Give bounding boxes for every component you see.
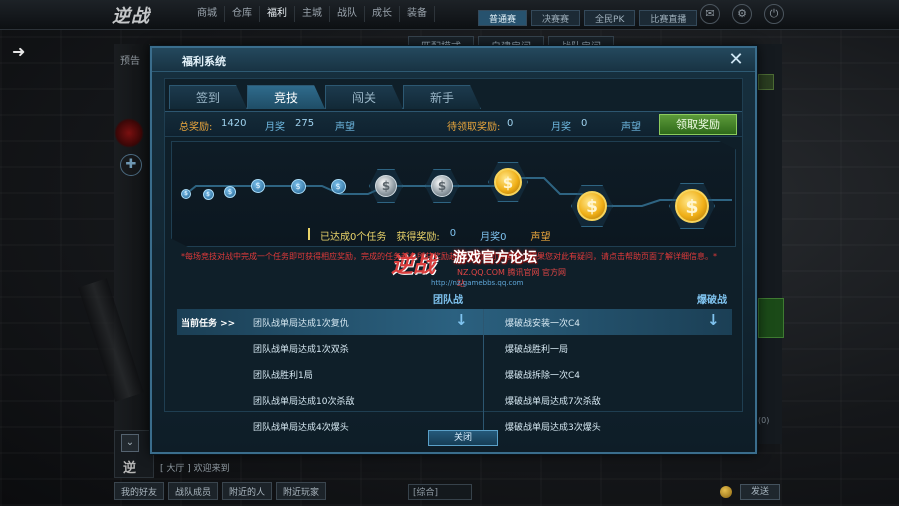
mode-tabs: 普通赛 决赛赛 全民PK 比赛直播 (478, 10, 698, 26)
nav-shop[interactable]: 商城 (190, 6, 225, 22)
summary-divider (308, 228, 310, 240)
watermark-url: http://nz.gamebbs.qq.com (431, 279, 524, 287)
lobby-message: [ 大厅 ] 欢迎来到 (160, 464, 230, 474)
bomb-task-5: 爆破战单局达成3次爆头 (505, 423, 601, 433)
gold-coin-icon: $ (675, 189, 709, 223)
small-coin-icon: $ (224, 186, 236, 198)
tab-signin[interactable]: 签到 (169, 85, 247, 109)
total-reward-value: 1420 (221, 118, 247, 129)
task-row: 团队战单局达成1次双杀 爆破战胜利一局 (177, 335, 732, 361)
mode-tab-final[interactable]: 决赛赛 (531, 10, 581, 26)
small-coin-icon: $ (251, 179, 265, 193)
forum-watermark: 逆战 游戏官方论坛 NZ.QQ.COM 腾讯官网 官方网站 http://nz.… (391, 239, 571, 295)
pending-monthly-label: 月奖 (551, 122, 571, 133)
prestige-label: 声望 (335, 122, 355, 133)
team-task-2: 团队战单局达成1次双杀 (253, 345, 349, 355)
pending-prestige-label: 声望 (621, 122, 641, 133)
tab-newbie[interactable]: 新手 (403, 85, 481, 109)
chat-channel-select[interactable]: [综合] (408, 484, 472, 500)
small-coin-icon: $ (330, 178, 346, 194)
team-column-header: 团队战 (433, 295, 463, 306)
dialog-title-bar: 福利系统 (152, 48, 755, 72)
chat-toggle-panel: ⌄ 逆 (114, 430, 154, 478)
top-bar: 逆战 商城 仓库 福利 主城 战队 成长 装备 普通赛 决赛赛 全民PK 比赛直… (0, 0, 899, 30)
pending-label: 待领取奖励: (447, 122, 501, 133)
mode-tab-pk[interactable]: 全民PK (584, 10, 636, 26)
task-row-current: 当前任务 >> 团队战单局达成1次复仇 ↓ 爆破战安装一次C4 ↓ (177, 309, 732, 335)
close-icon[interactable]: ✕ (724, 50, 748, 72)
nearby-button[interactable]: 附近的人 (222, 482, 273, 500)
send-button[interactable]: 发送 (740, 484, 780, 500)
bomb-column-header: 爆破战 (697, 295, 727, 306)
plus-icon[interactable]: ✚ (120, 154, 142, 176)
gold-coin-icon: $ (577, 191, 607, 221)
task-table: 当前任务 >> 团队战单局达成1次复仇 ↓ 爆破战安装一次C4 ↓ 团队战单局达… (177, 309, 732, 441)
nav-welfare[interactable]: 福利 (260, 6, 295, 22)
close-button[interactable]: 关闭 (428, 430, 498, 446)
team-task-5: 团队战单局达成4次爆头 (253, 423, 349, 433)
tab-challenge[interactable]: 闯关 (325, 85, 403, 109)
silver-coin-icon: $ (431, 175, 453, 197)
bomb-task-2: 爆破战胜利一局 (505, 345, 569, 355)
team-members-button[interactable]: 战队成员 (168, 482, 219, 500)
chevron-down-icon[interactable]: ⌄ (121, 434, 139, 452)
welfare-dialog: 福利系统 ✕ 签到 竞技 闯关 新手 总奖励: 1420 月奖 275 声望 待… (150, 46, 757, 454)
nearby-players-button[interactable]: 附近玩家 (276, 482, 327, 500)
gold-coin-icon: $ (494, 168, 522, 196)
preview-label: 预告 (120, 56, 140, 67)
task-row: 团队战胜利1局 爆破战拆除一次C4 (177, 361, 732, 387)
completed-text: 已达成0个任务 (320, 232, 387, 243)
red-orb-icon (114, 118, 144, 148)
small-coin-icon: $ (181, 189, 191, 199)
nav-city[interactable]: 主城 (295, 6, 330, 22)
top-nav: 商城 仓库 福利 主城 战队 成长 装备 (190, 6, 435, 22)
mode-tab-normal[interactable]: 普通赛 (478, 10, 528, 26)
nav-growth[interactable]: 成长 (365, 6, 400, 22)
monthly-label: 月奖 (265, 122, 285, 133)
welfare-tabs: 签到 竞技 闯关 新手 (169, 85, 481, 109)
power-icon[interactable]: ⏻ (764, 4, 784, 24)
nav-equip[interactable]: 装备 (400, 6, 435, 22)
column-divider (483, 309, 484, 441)
team-task-4: 团队战单局达成10次杀敌 (253, 397, 355, 407)
small-coin-icon: $ (202, 188, 214, 200)
green-panel[interactable] (758, 298, 784, 338)
bomb-task-3: 爆破战拆除一次C4 (505, 371, 581, 381)
monthly-value: 275 (295, 118, 315, 129)
team-task-3: 团队战胜利1局 (253, 371, 313, 381)
reward-progress-panel: $ $ $ $ $ $ $ $ $ $ $ 已达成0个任务 获得奖励: 0 月奖0 声望 (171, 141, 736, 247)
mode-tab-live[interactable]: 比赛直播 (639, 10, 698, 26)
dialog-body: 签到 竞技 闯关 新手 总奖励: 1420 月奖 275 声望 待领取奖励: 0… (164, 78, 743, 441)
friends-button[interactable]: 我的好友 (114, 482, 165, 500)
total-reward-label: 总奖励: (179, 122, 213, 133)
small-coin-icon: $ (290, 178, 306, 194)
pending-value: 0 (507, 118, 514, 129)
reward-info-row: 总奖励: 1420 月奖 275 声望 待领取奖励: 0 月奖 0 声望 领取奖… (165, 111, 742, 137)
silver-coin-icon: $ (375, 175, 397, 197)
current-task-label: 当前任务 >> (181, 319, 236, 329)
arrow-down-icon: ↓ (707, 311, 720, 329)
new-badge (758, 74, 774, 90)
nav-team[interactable]: 战队 (330, 6, 365, 22)
back-arrow-icon[interactable]: ➜ (12, 42, 25, 61)
dialog-title: 福利系统 (182, 55, 226, 68)
count-label: (0) (758, 416, 770, 425)
team-task-1: 团队战单局达成1次复仇 (253, 319, 349, 329)
tab-competitive[interactable]: 竞技 (247, 85, 325, 109)
arrow-down-icon: ↓ (455, 311, 468, 329)
task-row: 团队战单局达成10次杀敌 爆破战单局达成7次杀敌 (177, 387, 732, 413)
claim-reward-button[interactable]: 领取奖励 (659, 114, 737, 135)
settings-icon[interactable]: ⚙ (732, 4, 752, 24)
mail-icon[interactable]: ✉ (700, 4, 720, 24)
top-icons: ✉ ⚙ ⏻ (700, 4, 784, 24)
nav-warehouse[interactable]: 仓库 (225, 6, 260, 22)
emoji-icon[interactable] (720, 486, 732, 498)
bomb-task-1: 爆破战安装一次C4 (505, 319, 581, 329)
pending-monthly-value: 0 (581, 118, 588, 129)
bomb-task-4: 爆破战单局达成7次杀敌 (505, 397, 601, 407)
watermark-title: 游戏官方论坛 (453, 250, 537, 266)
watermark-logo: 逆战 (391, 253, 436, 278)
panel-glyph: 逆 (123, 461, 137, 476)
game-logo: 逆战 (112, 6, 150, 27)
